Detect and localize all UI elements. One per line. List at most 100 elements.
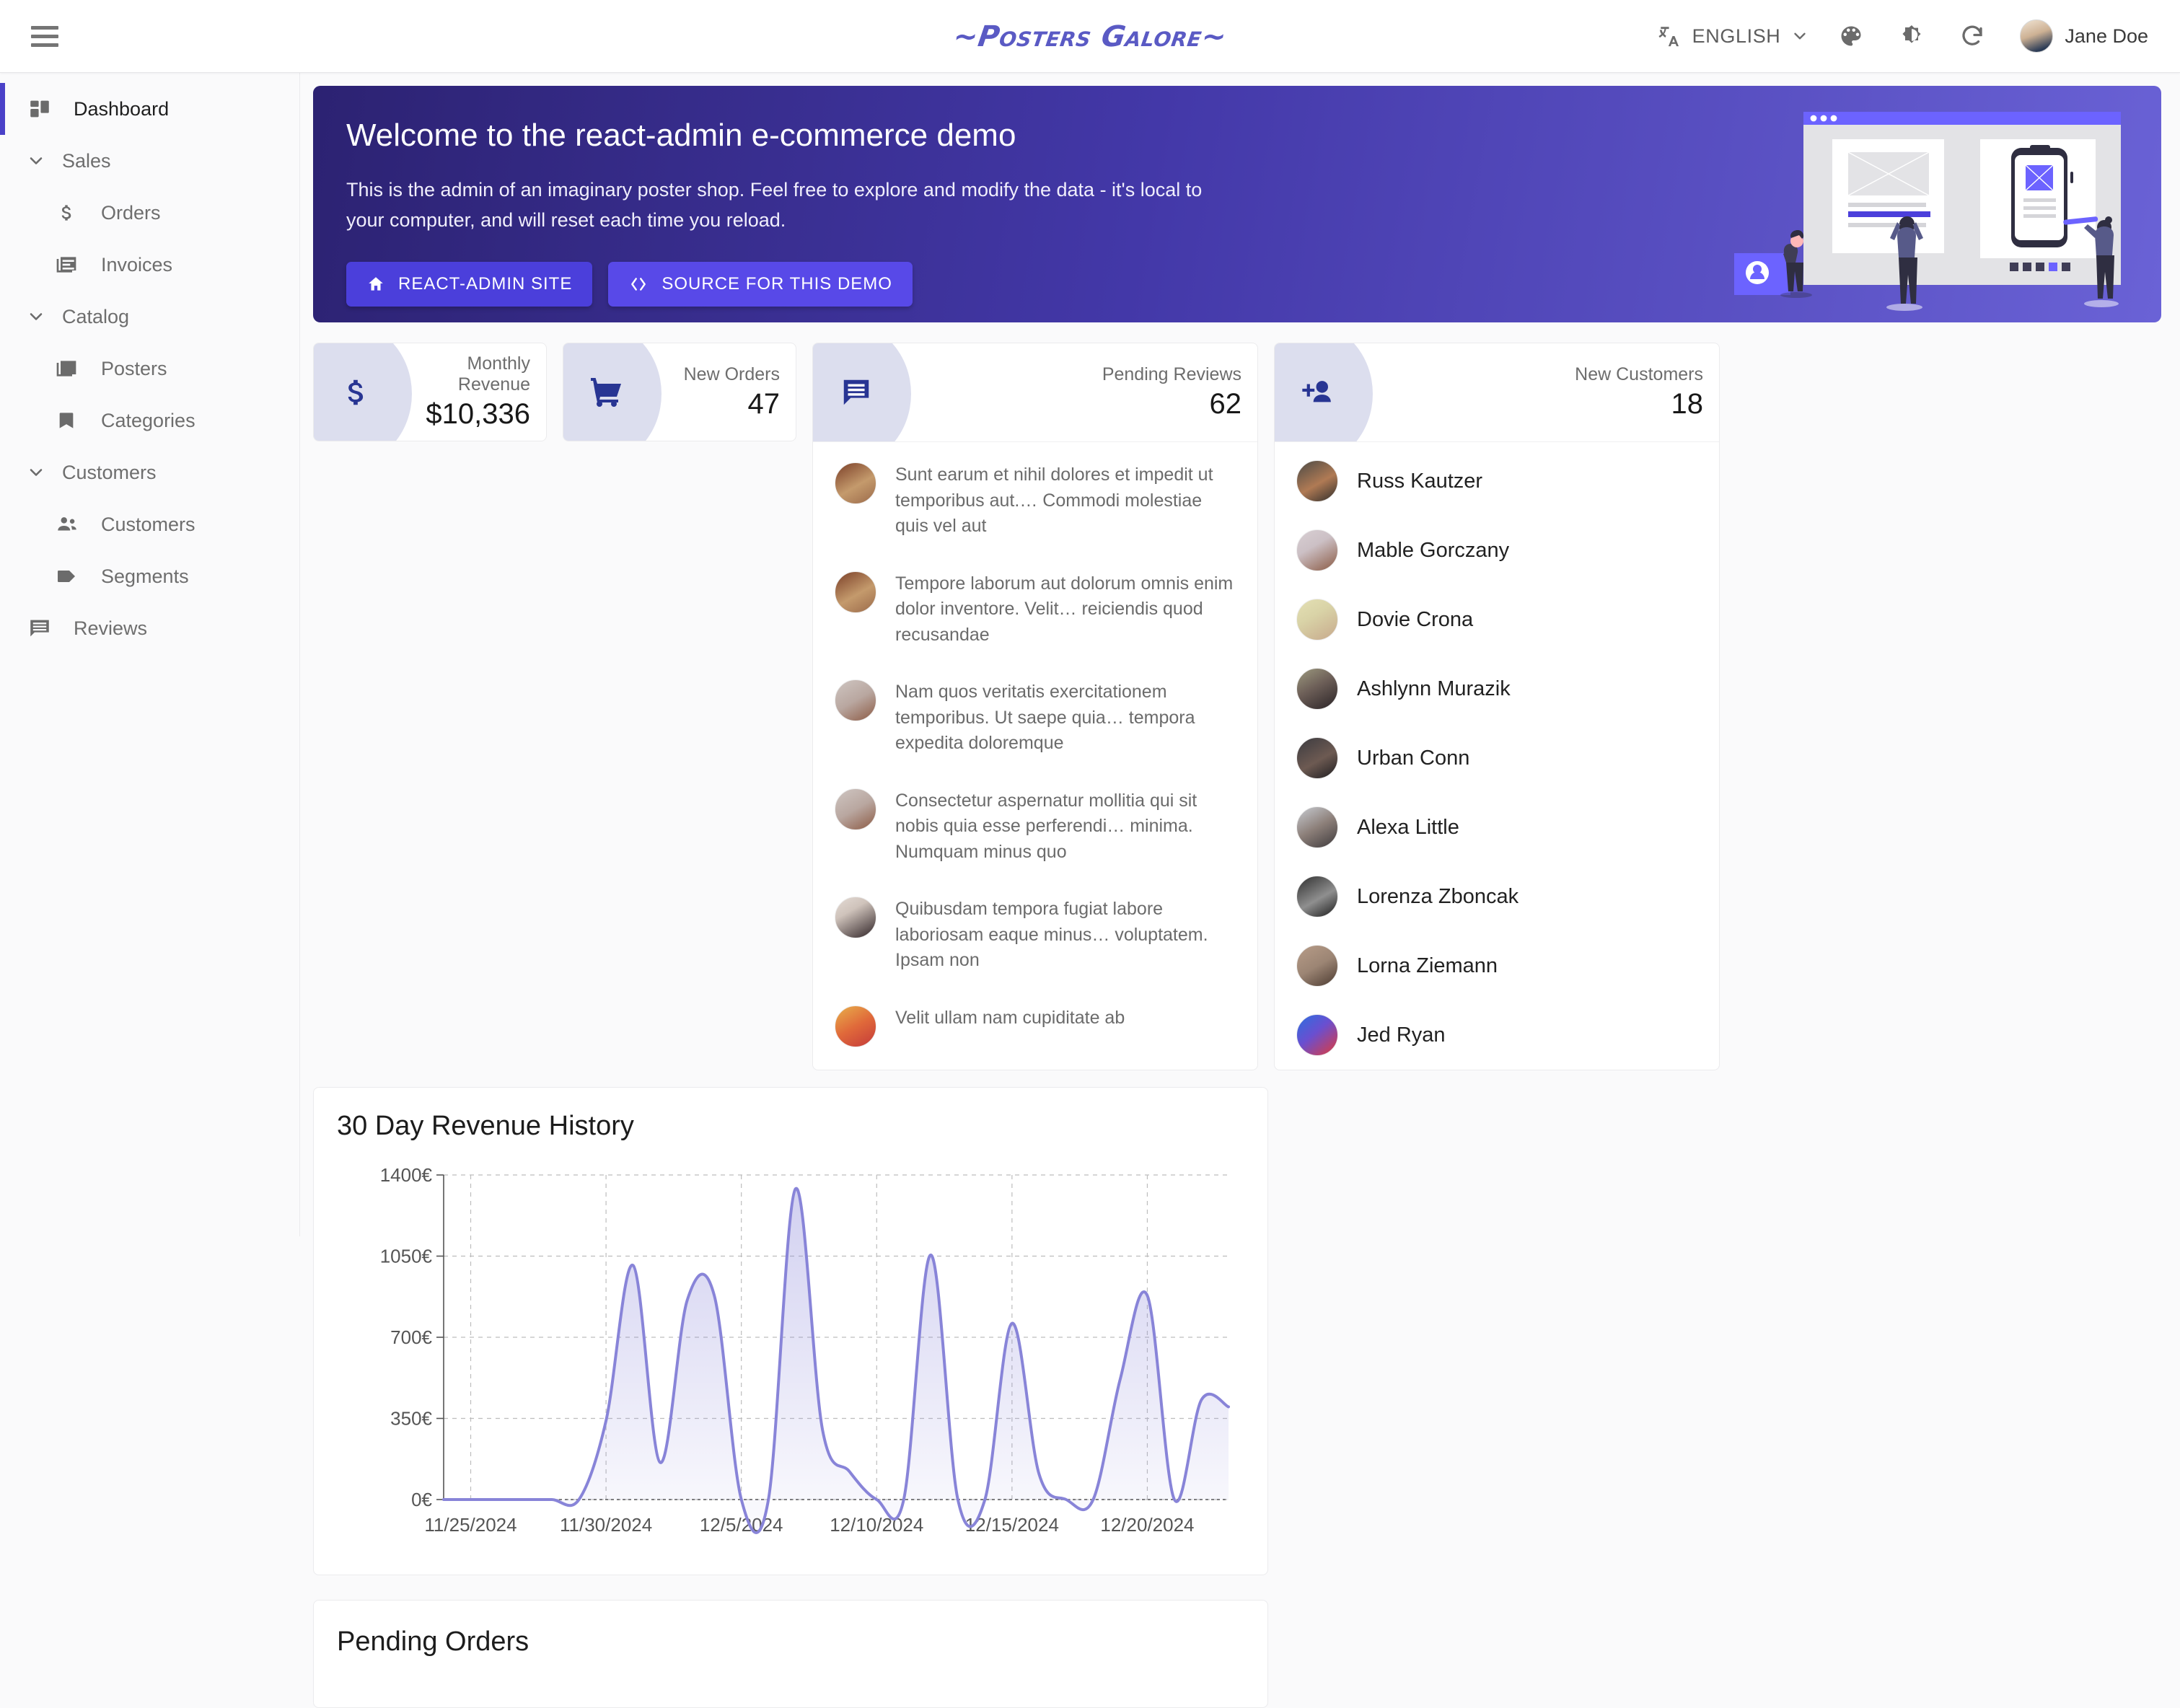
dark-mode-toggle-button[interactable]: [1886, 10, 1938, 62]
avatar: [835, 462, 876, 504]
person-add-icon: [1275, 376, 1361, 409]
sidebar-item-label: Dashboard: [74, 98, 169, 120]
avatar: [1296, 876, 1338, 917]
chevron-down-icon: [22, 151, 50, 171]
svg-text:350€: 350€: [390, 1408, 432, 1430]
kpi-value: $10,336: [396, 398, 530, 431]
react-admin-site-label: REACT-ADMIN SITE: [398, 274, 572, 294]
sidebar-group-customers[interactable]: Customers: [0, 446, 299, 498]
avatar: [1296, 945, 1338, 987]
kpi-value: 47: [684, 388, 780, 421]
sidebar-item-label: Customers: [101, 514, 195, 536]
svg-text:12/5/2024: 12/5/2024: [700, 1514, 783, 1536]
svg-text:0€: 0€: [411, 1489, 432, 1510]
invoice-icon: [55, 253, 88, 276]
kpi-card-pending-reviews[interactable]: Pending Reviews 62: [813, 343, 1257, 442]
avatar: [1296, 460, 1338, 502]
kpi-title: New Customers: [1575, 364, 1703, 385]
bookmark-icon: [55, 409, 88, 432]
svg-text:1050€: 1050€: [380, 1246, 433, 1267]
kpi-title: New Orders: [684, 364, 780, 385]
sidebar-item-segments[interactable]: Segments: [0, 550, 299, 602]
sidebar-item-invoices[interactable]: Invoices: [0, 239, 299, 291]
people-icon: [55, 512, 88, 537]
kpi-card-new-customers[interactable]: New Customers 18: [1275, 343, 1719, 442]
list-item[interactable]: Consectetur aspernatur mollitia qui sit …: [813, 772, 1257, 881]
sidebar-group-sales[interactable]: Sales: [0, 135, 299, 187]
avatar: [1296, 806, 1338, 848]
list-item[interactable]: Ashlynn Murazik: [1275, 654, 1719, 723]
code-icon: [628, 275, 649, 294]
home-icon: [366, 275, 385, 294]
source-demo-button[interactable]: SOURCE FOR THIS DEMO: [608, 262, 913, 307]
sidebar-group-label: Customers: [62, 462, 157, 484]
review-text: Quibusdam tempora fugiat labore laborios…: [895, 897, 1239, 974]
list-item[interactable]: Russ Kautzer: [1275, 446, 1719, 516]
app-bar: ~Posters Galore~ ENGLISH: [0, 0, 2180, 73]
svg-text:11/30/2024: 11/30/2024: [560, 1514, 652, 1536]
customer-name: Lorna Ziemann: [1357, 954, 1498, 978]
kpi-value: 18: [1575, 388, 1703, 421]
avatar: [1296, 1014, 1338, 1056]
list-item[interactable]: Sunt earum et nihil dolores et impedit u…: [813, 446, 1257, 555]
avatar: [835, 897, 876, 938]
svg-text:12/20/2024: 12/20/2024: [1100, 1514, 1194, 1536]
revenue-card-title: 30 Day Revenue History: [314, 1088, 1267, 1142]
list-item[interactable]: Tempore laborum aut dolorum omnis enim d…: [813, 555, 1257, 664]
main-content: Welcome to the react-admin e-commerce de…: [300, 73, 2180, 1236]
list-item[interactable]: Lorna Ziemann: [1275, 931, 1719, 1000]
hamburger-menu-icon[interactable]: [19, 10, 71, 62]
pending-reviews-panel: Pending Reviews 62 Sunt earum et nihil d…: [812, 343, 1258, 1070]
list-item[interactable]: Lorenza Zboncak: [1275, 862, 1719, 931]
source-demo-label: SOURCE FOR THIS DEMO: [662, 274, 892, 294]
list-item[interactable]: Nam quos veritatis exercitationem tempor…: [813, 664, 1257, 772]
list-item[interactable]: Velit ullam nam cupiditate ab: [813, 990, 1257, 1063]
avatar: [835, 1005, 876, 1047]
image-collection-icon: [55, 357, 88, 380]
tag-icon: [55, 565, 88, 588]
refresh-button[interactable]: [1946, 10, 1998, 62]
shopping-cart-icon: [563, 375, 650, 410]
brightness-toggle-icon: [1899, 23, 1925, 49]
sidebar-item-orders[interactable]: Orders: [0, 187, 299, 239]
comment-icon: [813, 376, 900, 409]
sidebar-item-label: Invoices: [101, 254, 172, 276]
avatar: [835, 788, 876, 830]
kpi-text: New Customers 18: [1575, 364, 1719, 421]
app-bar-actions: ENGLISH: [1646, 0, 2158, 72]
language-label: ENGLISH: [1692, 25, 1781, 48]
svg-text:11/25/2024: 11/25/2024: [424, 1514, 517, 1536]
kpi-title: Pending Reviews: [1102, 364, 1241, 385]
chevron-down-icon: [22, 462, 50, 483]
list-item[interactable]: Urban Conn: [1275, 723, 1719, 793]
customer-name: Mable Gorczany: [1357, 539, 1509, 563]
react-admin-site-button[interactable]: REACT-ADMIN SITE: [346, 262, 592, 307]
theme-button[interactable]: [1825, 10, 1877, 62]
language-selector[interactable]: ENGLISH: [1646, 15, 1821, 57]
customer-name: Urban Conn: [1357, 747, 1469, 770]
sidebar-item-categories[interactable]: Categories: [0, 395, 299, 446]
customer-name: Lorenza Zboncak: [1357, 885, 1518, 909]
customer-name: Alexa Little: [1357, 816, 1459, 840]
list-item[interactable]: Dovie Crona: [1275, 585, 1719, 654]
sidebar-item-posters[interactable]: Posters: [0, 343, 299, 395]
comment-icon: [27, 616, 61, 640]
list-item[interactable]: Quibusdam tempora fugiat labore laborios…: [813, 881, 1257, 990]
sidebar-group-catalog[interactable]: Catalog: [0, 291, 299, 343]
list-item[interactable]: Alexa Little: [1275, 793, 1719, 862]
kpi-text: New Orders 47: [684, 364, 796, 421]
list-item[interactable]: Mable Gorczany: [1275, 516, 1719, 585]
avatar: [835, 679, 876, 721]
kpi-card-new-orders[interactable]: New Orders 47: [563, 343, 796, 441]
user-menu-button[interactable]: Jane Doe: [2010, 14, 2158, 58]
revenue-chart[interactable]: 0€350€700€1050€1400€11/25/202411/30/2024…: [314, 1142, 1267, 1575]
sidebar-item-reviews[interactable]: Reviews: [0, 602, 299, 654]
list-item[interactable]: Jed Ryan: [1275, 1000, 1719, 1070]
svg-text:700€: 700€: [390, 1326, 432, 1348]
pending-orders-title: Pending Orders: [314, 1601, 1267, 1658]
sidebar-item-customers[interactable]: Customers: [0, 498, 299, 550]
chevron-down-icon: [22, 307, 50, 327]
kpi-card-monthly-revenue[interactable]: Monthly Revenue $10,336: [313, 343, 547, 441]
review-text: Tempore laborum aut dolorum omnis enim d…: [895, 571, 1239, 648]
sidebar-item-dashboard[interactable]: Dashboard: [0, 83, 299, 135]
